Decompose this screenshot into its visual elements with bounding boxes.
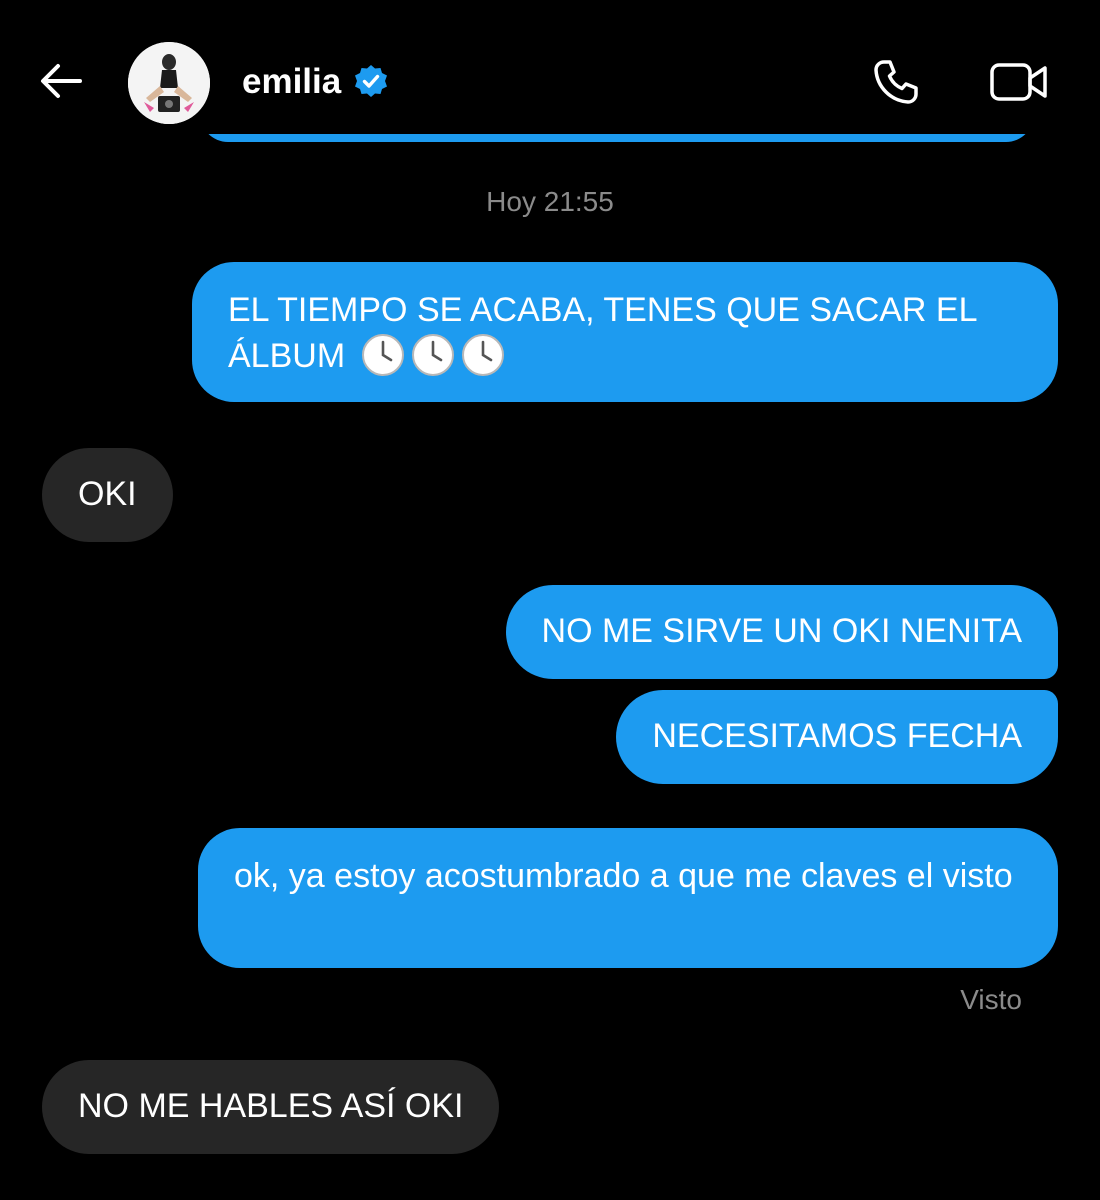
back-button[interactable] (36, 58, 86, 104)
call-button[interactable] (868, 54, 924, 110)
message-bubble-outgoing[interactable]: ok, ya estoy acostumbrado a que me clave… (198, 828, 1058, 968)
video-call-button[interactable] (986, 54, 1052, 110)
chat-header: emilia (0, 0, 1100, 160)
message-text: NO ME SIRVE UN OKI NENITA (541, 612, 1022, 650)
message-bubble-incoming[interactable]: NO ME HABLES ASÍ OKI (42, 1060, 500, 1154)
clock-icon (461, 334, 504, 376)
verified-badge-icon (355, 65, 387, 97)
video-camera-icon (990, 63, 1047, 101)
arrow-left-icon (41, 64, 82, 98)
clock-icon (361, 334, 404, 376)
message-bubble-outgoing[interactable]: EL TIEMPO SE ACABA, TENES QUE SACAR EL Á… (192, 262, 1058, 402)
contact-name[interactable]: emilia (242, 60, 341, 104)
seen-status: Visto (960, 984, 1022, 1015)
message-bubble-outgoing[interactable]: NO ME SIRVE UN OKI NENITA (505, 585, 1058, 679)
message-text: EL TIEMPO SE ACABA, TENES QUE SACAR EL Á… (228, 291, 977, 375)
clock-icon (411, 334, 454, 376)
phone-icon (874, 60, 918, 104)
avatar[interactable] (128, 42, 210, 124)
message-timestamp: Hoy 21:55 (486, 186, 614, 217)
message-bubble-incoming[interactable]: OKI (42, 448, 173, 542)
message-text: NO ME HABLES ASÍ OKI (78, 1087, 464, 1125)
message-bubble-outgoing[interactable]: NECESITAMOS FECHA (616, 690, 1058, 784)
profile-photo (128, 42, 210, 124)
message-text: OKI (78, 475, 137, 513)
message-text: ok, ya estoy acostumbrado a que me clave… (234, 857, 1013, 895)
message-text: NECESITAMOS FECHA (652, 717, 1022, 755)
